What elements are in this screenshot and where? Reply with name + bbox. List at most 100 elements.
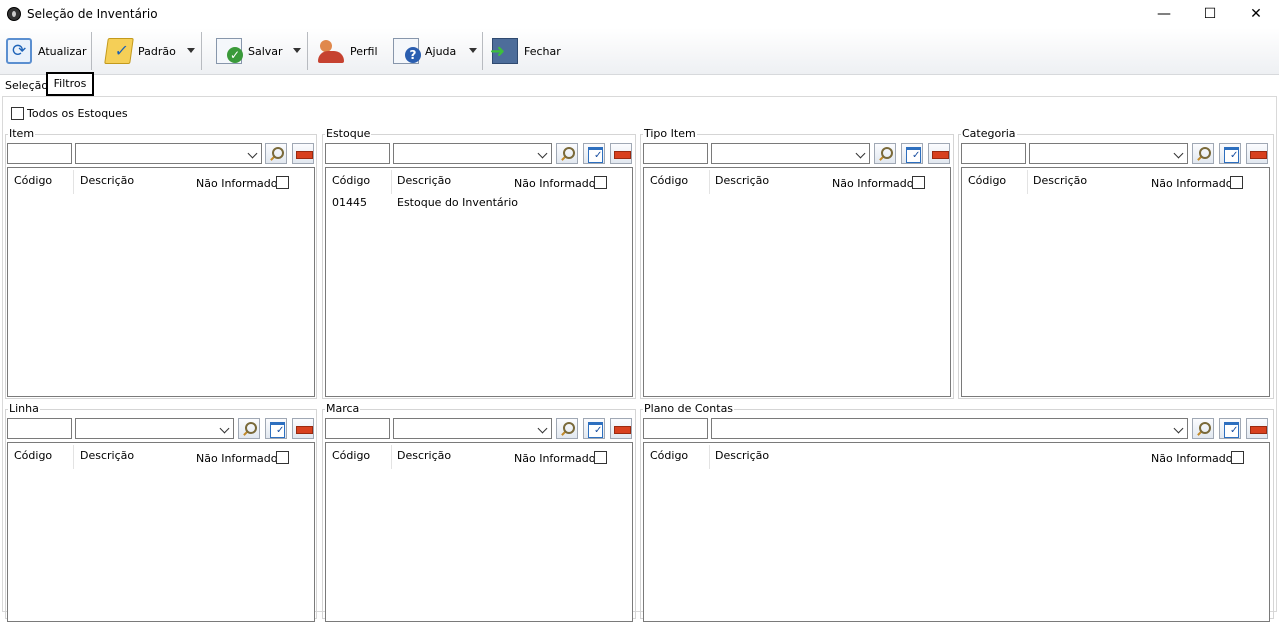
help-label: Ajuda	[425, 44, 457, 58]
refresh-button[interactable]: Atualizar	[6, 33, 87, 69]
marca-code-input[interactable]	[325, 418, 390, 439]
group-title: Item	[8, 127, 36, 140]
column-divider	[391, 170, 392, 194]
plano-contas-search-button[interactable]	[1192, 418, 1214, 439]
tipo-item-select[interactable]	[711, 143, 870, 164]
linha-list[interactable]: Código Descrição Não Informado	[7, 442, 315, 622]
plano-contas-remove-button[interactable]	[1246, 418, 1268, 439]
help-icon	[393, 38, 421, 64]
tab-filtros[interactable]: Filtros	[46, 72, 94, 96]
item-remove-button[interactable]	[292, 143, 314, 164]
marca-remove-button[interactable]	[610, 418, 632, 439]
item-search-button[interactable]	[265, 143, 287, 164]
plano-contas-select[interactable]	[711, 418, 1188, 439]
column-header-code: Código	[14, 449, 53, 462]
user-icon	[318, 38, 344, 64]
estoque-select[interactable]	[393, 143, 552, 164]
column-header-code: Código	[332, 449, 371, 462]
categoria-list-button[interactable]	[1219, 143, 1241, 164]
estoque-row-description[interactable]: Estoque do Inventário	[397, 196, 518, 209]
estoque-list[interactable]: Código Descrição Não Informado 01445 Est…	[325, 167, 633, 397]
group-title: Linha	[8, 402, 40, 415]
estoque-code-input[interactable]	[325, 143, 390, 164]
column-header-description: Descrição	[715, 174, 770, 187]
column-divider	[391, 445, 392, 469]
linha-select[interactable]	[75, 418, 234, 439]
column-header-description: Descrição	[397, 449, 452, 462]
categoria-list[interactable]: Código Descrição Não Informado	[961, 167, 1270, 397]
save-dropdown-arrow[interactable]	[293, 48, 301, 53]
categoria-select[interactable]	[1029, 143, 1188, 164]
linha-list-button[interactable]	[265, 418, 287, 439]
categoria-search-button[interactable]	[1192, 143, 1214, 164]
item-code-input[interactable]	[7, 143, 72, 164]
not-informed-label: Não Informado	[832, 177, 914, 190]
help-dropdown-arrow[interactable]	[469, 48, 477, 53]
exit-door-icon	[490, 38, 518, 64]
estoque-remove-button[interactable]	[610, 143, 632, 164]
column-header-description: Descrição	[80, 174, 135, 187]
linha-search-button[interactable]	[238, 418, 260, 439]
estoque-search-button[interactable]	[556, 143, 578, 164]
column-header-code: Código	[650, 449, 689, 462]
estoque-row-code[interactable]: 01445	[332, 196, 367, 209]
close-window-button[interactable]: ✕	[1233, 0, 1279, 28]
not-informed-checkbox[interactable]	[1231, 451, 1244, 464]
plano-contas-code-input[interactable]	[643, 418, 708, 439]
all-stocks-checkbox[interactable]	[11, 107, 24, 120]
close-label: Fechar	[524, 44, 561, 58]
item-select[interactable]	[75, 143, 262, 164]
plano-contas-list[interactable]: Código Descrição Não Informado	[643, 442, 1270, 622]
linha-code-input[interactable]	[7, 418, 72, 439]
tipo-item-list-button[interactable]	[901, 143, 923, 164]
minimize-button[interactable]: —	[1141, 0, 1187, 28]
not-informed-checkbox[interactable]	[912, 176, 925, 189]
refresh-label: Atualizar	[38, 44, 87, 58]
tipo-item-code-input[interactable]	[643, 143, 708, 164]
estoque-list-button[interactable]	[583, 143, 605, 164]
profile-button[interactable]: Perfil	[318, 33, 378, 69]
group-title: Marca	[325, 402, 361, 415]
default-label: Padrão	[138, 44, 176, 58]
window-title: Seleção de Inventário	[27, 7, 158, 21]
chevron-down-icon	[1173, 423, 1184, 434]
default-button[interactable]: Padrão	[104, 33, 176, 69]
plano-contas-list-button[interactable]	[1219, 418, 1241, 439]
column-divider	[73, 445, 74, 469]
help-button[interactable]: Ajuda	[393, 33, 456, 69]
tipo-item-search-button[interactable]	[874, 143, 896, 164]
title-bar: Seleção de Inventário — ☐ ✕	[0, 0, 1279, 28]
chevron-down-icon	[1173, 148, 1184, 159]
categoria-code-input[interactable]	[961, 143, 1026, 164]
chevron-down-icon	[219, 423, 230, 434]
tipo-item-remove-button[interactable]	[928, 143, 950, 164]
save-button[interactable]: Salvar	[216, 33, 283, 69]
marca-list-button[interactable]	[583, 418, 605, 439]
not-informed-checkbox[interactable]	[594, 451, 607, 464]
column-divider	[1027, 170, 1028, 194]
group-title: Plano de Contas	[643, 402, 735, 415]
marca-select[interactable]	[393, 418, 552, 439]
not-informed-checkbox[interactable]	[276, 176, 289, 189]
group-title: Tipo Item	[643, 127, 697, 140]
column-divider	[73, 170, 74, 194]
not-informed-checkbox[interactable]	[594, 176, 607, 189]
not-informed-checkbox[interactable]	[1230, 176, 1243, 189]
app-icon	[7, 7, 21, 21]
marca-list[interactable]: Código Descrição Não Informado	[325, 442, 633, 622]
column-divider	[709, 445, 710, 469]
tipo-item-list[interactable]: Código Descrição Não Informado	[643, 167, 951, 397]
not-informed-checkbox[interactable]	[276, 451, 289, 464]
profile-label: Perfil	[350, 44, 378, 58]
marca-search-button[interactable]	[556, 418, 578, 439]
column-header-description: Descrição	[715, 449, 770, 462]
close-button[interactable]: Fechar	[490, 33, 561, 69]
item-list[interactable]: Código Descrição Não Informado	[7, 167, 315, 397]
linha-remove-button[interactable]	[292, 418, 314, 439]
default-dropdown-arrow[interactable]	[187, 48, 195, 53]
toolbar-separator	[307, 32, 308, 70]
not-informed-label: Não Informado	[1151, 452, 1233, 465]
column-header-code: Código	[650, 174, 689, 187]
maximize-button[interactable]: ☐	[1187, 0, 1233, 28]
categoria-remove-button[interactable]	[1246, 143, 1268, 164]
